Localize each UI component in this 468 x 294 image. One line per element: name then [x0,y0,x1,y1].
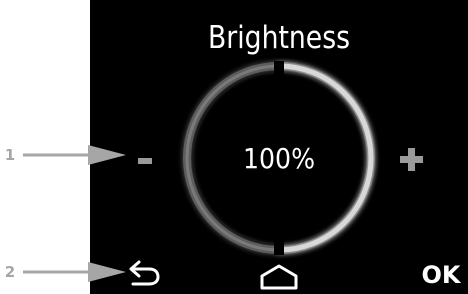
ok-button[interactable]: OK [416,258,466,292]
minus-icon [138,158,152,164]
dial-top-notch [274,61,284,76]
decrease-brightness-button[interactable] [128,128,168,188]
back-arrow-icon[interactable] [120,256,164,290]
increase-brightness-button[interactable] [390,128,440,188]
callout-label-1: 1 [4,146,16,164]
dial-bottom-notch [274,240,284,255]
home-outline [260,264,298,290]
back-arrow-shape [129,260,160,286]
page-title: Brightness [116,18,441,58]
brightness-title: Brightness [199,18,359,58]
home-icon[interactable] [256,260,302,294]
callout-label-2: 2 [4,263,16,281]
plus-icon-vertical [408,148,415,171]
device-screen: Brightness 100% OK [90,0,468,294]
